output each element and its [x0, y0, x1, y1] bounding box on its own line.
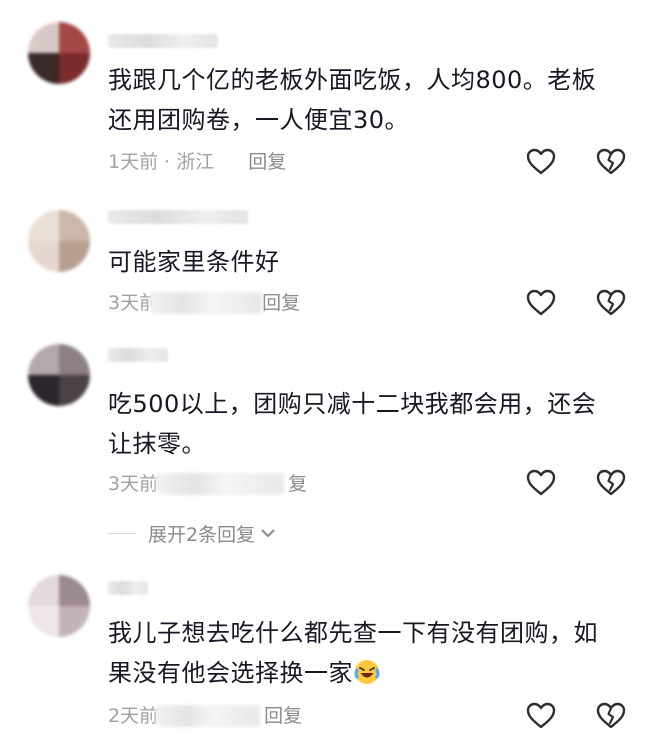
avatar-pixel [28, 344, 59, 375]
comment-line: 吃500以上，团购只减十二块我都会用，还会 [108, 390, 597, 418]
reply-button[interactable]: 回复 [264, 705, 302, 727]
comment-line: 果没有他会选择换一家 [108, 653, 628, 693]
like-button[interactable] [525, 287, 557, 319]
avatar-pixel [59, 375, 90, 406]
avatar[interactable] [28, 575, 90, 637]
comment-line: 可能家里条件好 [108, 248, 280, 276]
dislike-button[interactable] [595, 467, 627, 499]
avatar-pixel [59, 210, 90, 241]
reply-button[interactable]: 回复 [262, 292, 300, 314]
blurred-region [156, 473, 284, 495]
avatar-pixel [28, 53, 59, 84]
blurred-region [150, 292, 262, 314]
dislike-button[interactable] [595, 287, 627, 319]
divider-line [108, 532, 136, 534]
avatar-pixel [28, 241, 59, 272]
heart-outline-icon [526, 469, 556, 496]
separator-dot: · [164, 151, 177, 173]
username-blurred[interactable] [108, 34, 218, 48]
dislike-button[interactable] [595, 146, 627, 178]
like-button[interactable] [525, 146, 557, 178]
expand-replies-label: 展开2条回复 [148, 523, 256, 546]
comment-text: 我儿子想去吃什么都先查一下有没有团购，如 果没有他会选择换一家 [108, 613, 628, 693]
reply-button[interactable]: 复 [288, 473, 307, 495]
username-blurred[interactable] [108, 210, 248, 224]
avatar-pixel [59, 22, 90, 53]
comment-line: 还用团购卷，一人便宜30。 [108, 106, 410, 134]
heart-outline-icon [526, 148, 556, 175]
avatar-pixel [59, 241, 90, 272]
comment-line: 我跟几个亿的老板外面吃饭，人均800。老板 [108, 66, 597, 94]
like-button[interactable] [525, 467, 557, 499]
comment-text: 可能家里条件好 [108, 242, 628, 282]
comment-time: 1天前 [108, 151, 159, 173]
avatar-pixel [28, 210, 59, 241]
reply-button[interactable]: 回复 [248, 151, 286, 173]
comment-text: 吃500以上，团购只减十二块我都会用，还会 让抹零。 [108, 384, 628, 464]
avatar[interactable] [28, 344, 90, 406]
like-button[interactable] [525, 700, 557, 732]
expand-replies-button[interactable]: 展开2条回复 [108, 518, 277, 548]
username-blurred[interactable] [108, 348, 168, 362]
avatar-pixel [28, 22, 59, 53]
comment-line-text: 果没有他会选择换一家 [108, 659, 353, 687]
comment-time: 3天前 [108, 473, 159, 495]
avatar-pixel [59, 344, 90, 375]
comment-item: 可能家里条件好 3天前 回复 [0, 200, 660, 340]
laughing-crying-emoji-icon [354, 660, 380, 684]
comment-item: 我儿子想去吃什么都先查一下有没有团购，如 果没有他会选择换一家 2天前 回复 [0, 565, 660, 743]
heart-outline-icon [526, 289, 556, 316]
comment-item: 吃500以上，团购只减十二块我都会用，还会 让抹零。 3天前 复 [0, 340, 660, 515]
chevron-down-icon [261, 529, 275, 537]
username-blurred[interactable] [108, 581, 148, 595]
comment-text: 我跟几个亿的老板外面吃饭，人均800。老板 还用团购卷，一人便宜30。 [108, 60, 628, 140]
heart-outline-icon [526, 702, 556, 729]
comment-item: 我跟几个亿的老板外面吃饭，人均800。老板 还用团购卷，一人便宜30。 1天前 … [0, 0, 660, 200]
avatar[interactable] [28, 210, 90, 272]
comment-time: 2天前 [108, 705, 159, 727]
broken-heart-icon [596, 469, 626, 496]
broken-heart-icon [596, 148, 626, 175]
broken-heart-icon [596, 702, 626, 729]
avatar-pixel [59, 606, 90, 637]
avatar-pixel [59, 53, 90, 84]
blurred-region [156, 705, 260, 727]
comment-line: 让抹零。 [108, 430, 206, 458]
comment-location: 浙江 [176, 151, 215, 173]
avatar-pixel [28, 606, 59, 637]
dislike-button[interactable] [595, 700, 627, 732]
broken-heart-icon [596, 289, 626, 316]
avatar-pixel [28, 375, 59, 406]
avatar-pixel [28, 575, 59, 606]
comment-line: 我儿子想去吃什么都先查一下有没有团购，如 [108, 619, 598, 647]
avatar[interactable] [28, 22, 90, 84]
avatar-pixel [59, 575, 90, 606]
comment-meta: 1天前 · 浙江 回复 [108, 148, 286, 176]
